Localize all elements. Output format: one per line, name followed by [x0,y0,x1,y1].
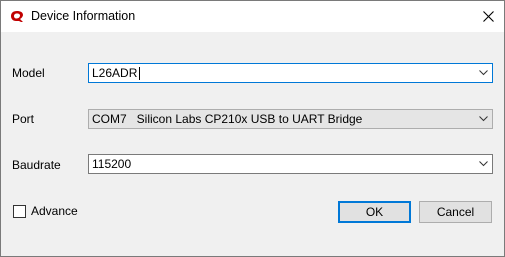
advance-label[interactable]: Advance [31,204,78,218]
port-value: COM7 Silicon Labs CP210x USB to UART Bri… [92,112,363,126]
close-icon [483,11,494,22]
baudrate-combobox[interactable]: 115200 [88,154,493,174]
app-logo-icon [10,10,24,22]
ok-button[interactable]: OK [338,201,411,223]
chevron-down-icon[interactable] [479,161,488,167]
device-information-dialog: Device Information Model L26ADR Port COM… [0,0,505,257]
advance-checkbox[interactable] [13,205,26,218]
window-title: Device Information [31,9,136,23]
model-label: Model [12,66,45,80]
chevron-down-icon[interactable] [479,116,488,122]
text-caret [139,67,140,80]
baudrate-value: 115200 [92,157,132,171]
title-bar: Device Information [1,1,504,32]
port-label: Port [12,112,35,126]
port-combobox[interactable]: COM7 Silicon Labs CP210x USB to UART Bri… [88,109,493,129]
model-combobox[interactable]: L26ADR [88,63,493,83]
baudrate-label: Baudrate [12,158,61,172]
cancel-button[interactable]: Cancel [419,201,492,223]
model-value: L26ADR [92,66,138,80]
chevron-down-icon[interactable] [479,70,488,76]
close-button[interactable] [474,1,504,32]
